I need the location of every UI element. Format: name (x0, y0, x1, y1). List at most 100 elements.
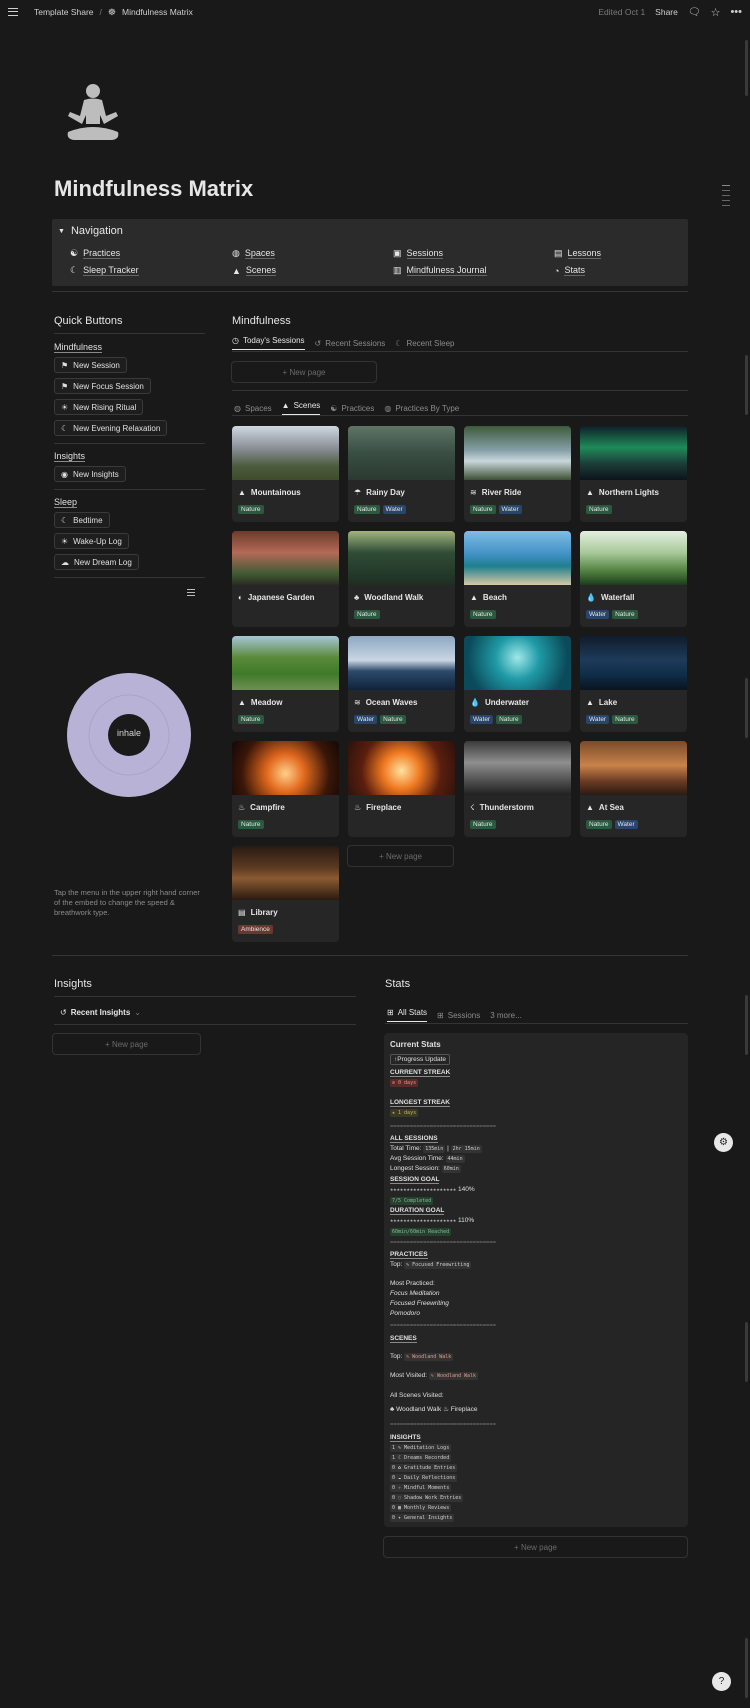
waves-icon: ≋ (354, 698, 361, 707)
progress-update-button[interactable]: ↑Progress Update (390, 1054, 451, 1065)
quick-buttons-title: Quick Buttons (54, 315, 123, 327)
breath-caption: Tap the menu in the upper right hand cor… (54, 888, 200, 917)
insight-row: 0 ▦ Monthly Reviews (390, 1504, 452, 1512)
scene-title: ♣ Woodland Walk (354, 593, 423, 602)
tab-all-stats[interactable]: ⊞ All Stats (387, 1008, 428, 1022)
insights-link[interactable]: Insights (54, 451, 86, 462)
tab-practices[interactable]: ☯ Practices (330, 401, 374, 415)
nav-stats[interactable]: ◔ Stats (554, 265, 585, 276)
scene-cover-image (580, 531, 687, 585)
insight-type-icon: ✧ (395, 1485, 405, 1491)
scene-card[interactable]: ▲ Beach Nature (464, 531, 571, 627)
flag-icon: ⚑ (61, 381, 69, 391)
scene-card[interactable]: ▲ Northern Lights Nature (580, 426, 687, 522)
scene-cover-image (464, 426, 571, 480)
wake-up-log-button[interactable]: ☀ Wake-Up Log (54, 533, 129, 549)
tag-badge: Water (382, 505, 406, 514)
current-streak-value: ⊘ 0 days (390, 1079, 419, 1087)
scrollbar-thumb[interactable] (745, 355, 748, 415)
scene-tags: Water Nature (354, 715, 406, 724)
tab-recent-sleep[interactable]: ☾ Recent Sleep (395, 336, 454, 350)
nav-spaces[interactable]: ◍ Spaces (232, 248, 275, 259)
scene-card[interactable]: ☇ Thunderstorm Nature (464, 741, 571, 837)
help-icon[interactable]: ? (712, 1672, 731, 1691)
outline-nav[interactable] (722, 185, 730, 210)
scene-card[interactable]: ≋ River Ride Nature Water (464, 426, 571, 522)
lessons-icon: ▤ (554, 248, 563, 258)
tab-recent-sessions[interactable]: ↺ Recent Sessions (315, 336, 386, 350)
scene-tags: Water Nature (586, 715, 638, 724)
tab-spaces[interactable]: ◍ Spaces (234, 401, 272, 415)
star-icon[interactable]: ☆ (711, 6, 721, 19)
nav-journal[interactable]: ▥ Mindfulness Journal (393, 265, 487, 276)
tag-badge: Ambience (238, 925, 273, 934)
grid-icon: ⊞ (437, 1010, 444, 1020)
new-evening-relaxation-button[interactable]: ☾ New Evening Relaxation (54, 420, 168, 436)
breadcrumb-root[interactable]: Template Share (34, 7, 94, 17)
scene-card[interactable]: ▲ Mountainous Nature (232, 426, 339, 522)
stats-card[interactable]: Current Stats ↑Progress Update CURRENT S… (384, 1033, 688, 1527)
share-button[interactable]: Share (655, 7, 678, 17)
scrollbar-thumb[interactable] (745, 40, 748, 96)
avg-time-row: Avg Session Time: 44min (390, 1155, 465, 1163)
nav-lessons[interactable]: ▤ Lessons (554, 248, 602, 259)
tag-badge: Nature (238, 820, 264, 829)
scrollbar-thumb[interactable] (745, 995, 748, 1055)
scene-card[interactable]: ♨ Fireplace (348, 741, 455, 837)
nav-scenes[interactable]: ▲ Scenes (232, 265, 276, 276)
tab-scenes[interactable]: ▲ Scenes (281, 401, 321, 415)
sleep-link[interactable]: Sleep (54, 497, 78, 508)
scene-card[interactable]: ▲ Lake Water Nature (580, 636, 687, 732)
new-page-button[interactable]: + New page (231, 361, 377, 383)
scene-card[interactable]: ▲ At Sea Nature Water (580, 741, 687, 837)
bedtime-button[interactable]: ☾ Bedtime (54, 512, 110, 528)
insights-new-page-button[interactable]: + New page (52, 1033, 201, 1055)
new-session-button[interactable]: ⚑ New Session (54, 357, 127, 373)
recent-insights-view[interactable]: ↺ Recent Insights ⌄ (60, 1008, 141, 1017)
scrollbar-thumb[interactable] (745, 678, 748, 738)
scene-card[interactable]: ☂ Rainy Day Nature Water (348, 426, 455, 522)
breadcrumb-page[interactable]: Mindfulness Matrix (122, 7, 193, 17)
scene-card[interactable]: ▲ Meadow Nature (232, 636, 339, 732)
scrollbar-thumb[interactable] (745, 1322, 748, 1382)
assistant-icon[interactable]: ⚙ (714, 1133, 733, 1152)
insight-row: 1 ✎ Meditation Logs (390, 1444, 452, 1452)
comment-icon[interactable]: 🗨 (688, 7, 701, 18)
scene-cover-image (464, 531, 571, 585)
new-rising-ritual-button[interactable]: ☀ New Rising Ritual (54, 399, 144, 415)
scene-card[interactable]: ♣ Woodland Walk Nature (348, 531, 455, 627)
breadcrumb-separator: / (99, 7, 102, 17)
insight-row: 0 ☁ Daily Reflections (390, 1474, 458, 1482)
stats-new-page-button[interactable]: + New page (383, 1536, 688, 1558)
gallery-new-page-button[interactable]: + New page (347, 845, 454, 867)
divider (54, 1024, 356, 1025)
mindfulness-link[interactable]: Mindfulness (54, 342, 103, 353)
scene-card[interactable]: ◐ Japanese Garden (232, 531, 339, 627)
most-visited-value: ✎ Woodland Walk (428, 1372, 479, 1380)
tag-badge: Nature (470, 505, 496, 514)
new-insights-button[interactable]: ◉ New Insights (54, 466, 126, 482)
more-icon[interactable]: ••• (730, 6, 742, 18)
scene-cover-image (580, 426, 687, 480)
insights-title: Insights (54, 978, 92, 990)
new-dream-log-button[interactable]: ☁ New Dream Log (54, 554, 139, 570)
tab-practices-by-type[interactable]: ◍ Practices By Type (384, 401, 459, 415)
scene-card[interactable]: ♨ Campfire Nature (232, 741, 339, 837)
scene-card[interactable]: 💧 Waterfall Water Nature (580, 531, 687, 627)
tab-todays-sessions[interactable]: ◷ Today's Sessions (232, 336, 305, 350)
scene-card[interactable]: ▤ Library Ambience (232, 846, 339, 942)
scrollbar-thumb[interactable] (745, 1638, 748, 1698)
tab-sessions[interactable]: ⊞ Sessions (437, 1008, 480, 1022)
breath-label: inhale (116, 728, 142, 738)
nav-sessions[interactable]: ▣ Sessions (393, 248, 444, 259)
tab-more[interactable]: 3 more... (490, 1008, 522, 1022)
embed-menu-icon[interactable] (187, 589, 195, 596)
nav-sleep-tracker[interactable]: ☾ Sleep Tracker (70, 265, 139, 276)
scene-card[interactable]: ≋ Ocean Waves Water Nature (348, 636, 455, 732)
divider (232, 415, 688, 416)
navigation-header[interactable]: ▼ Navigation (58, 225, 123, 237)
new-focus-session-button[interactable]: ⚑ New Focus Session (54, 378, 151, 394)
nav-practices[interactable]: ☯ Practices (70, 248, 121, 259)
scene-card[interactable]: 💧 Underwater Water Nature (464, 636, 571, 732)
menu-icon[interactable] (8, 8, 18, 16)
